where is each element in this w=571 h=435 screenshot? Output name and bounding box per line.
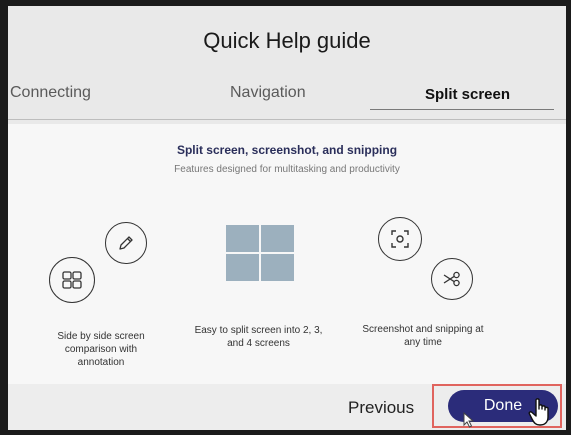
tab-divider [8, 119, 566, 120]
scissors-icon [431, 258, 473, 300]
section-subtitle: Features designed for multitasking and p… [174, 164, 400, 175]
page-title: Quick Help guide [203, 28, 371, 53]
section-title: Split screen, screenshot, and snipping [176, 143, 398, 157]
split-screen-grid-icon [226, 225, 294, 281]
layout-grid-icon [49, 257, 95, 303]
tab-connecting[interactable]: Connecting [10, 84, 91, 102]
feature-panel: Split screen, screenshot, and snipping F… [8, 124, 566, 384]
tab-split-screen[interactable]: Split screen [425, 86, 510, 103]
mouse-pointer-icon [463, 412, 475, 428]
previous-button[interactable]: Previous [348, 398, 414, 418]
help-guide-screen: Quick Help guide Connecting Navigation S… [8, 6, 566, 430]
caption-split-screen: Easy to split screen into 2, 3, and 4 sc… [194, 325, 323, 349]
footer-bar: Previous Done [8, 384, 566, 430]
hand-cursor-icon [528, 398, 549, 426]
screenshot-icon [378, 217, 422, 261]
active-tab-indicator [370, 109, 554, 110]
caption-side-by-side: Side by side screen comparison with anno… [57, 331, 145, 368]
tab-navigation[interactable]: Navigation [230, 84, 306, 102]
header-area: Quick Help guide Connecting Navigation S… [8, 6, 566, 124]
pencil-icon [105, 222, 147, 264]
caption-screenshot: Screenshot and snipping at any time [362, 324, 484, 348]
